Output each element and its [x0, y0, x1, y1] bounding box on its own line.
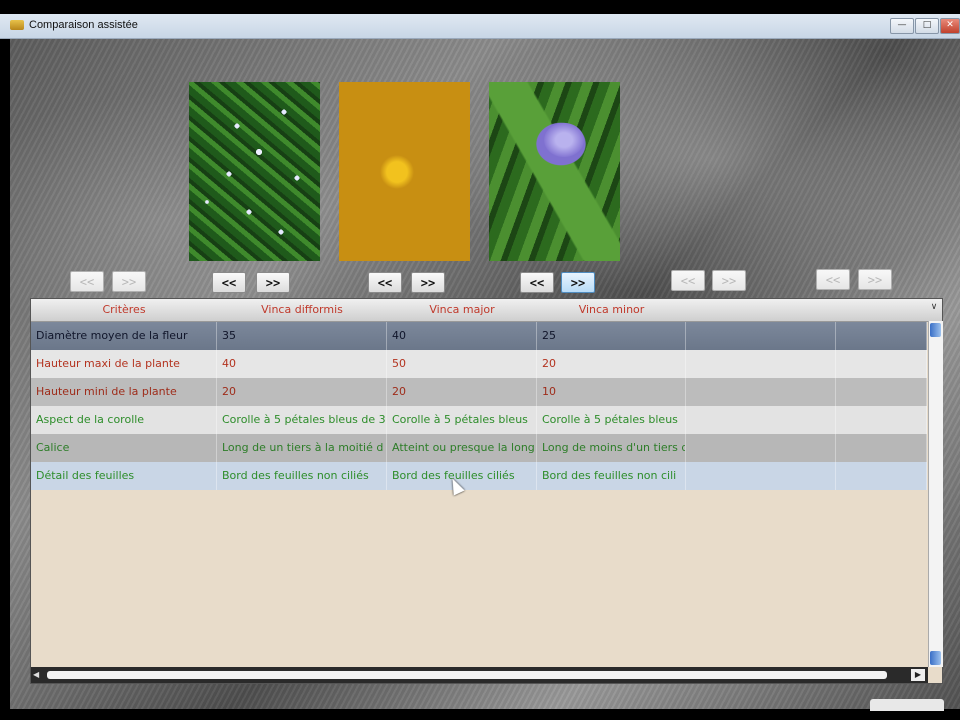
app-icon: [10, 20, 24, 30]
scroll-down-icon[interactable]: [930, 651, 941, 665]
value-cell: [686, 406, 836, 434]
value-cell: [836, 378, 927, 406]
value-cell: Bord des feuilles non cili: [537, 462, 686, 490]
value-cell: 20: [217, 378, 387, 406]
photo-vinca-difformis: [189, 82, 320, 261]
header-col5[interactable]: [836, 299, 928, 321]
value-cell: [686, 322, 836, 350]
col1-prev-button[interactable]: <<: [212, 272, 246, 293]
window-title: Comparaison assistée: [29, 19, 138, 31]
value-cell: Corolle à 5 pétales bleus: [387, 406, 537, 434]
maximize-icon[interactable]: □: [915, 18, 939, 34]
value-cell: 40: [387, 322, 537, 350]
value-cell: 25: [537, 322, 686, 350]
scroll-left-icon[interactable]: ◀: [33, 670, 43, 680]
table-row[interactable]: Diamètre moyen de la fleur 35 40 25: [31, 322, 927, 350]
col3-next-button[interactable]: >>: [561, 272, 595, 293]
table-row[interactable]: Aspect de la corolle Corolle à 5 pétales…: [31, 406, 927, 434]
chevron-down-icon[interactable]: ∨: [928, 302, 940, 318]
col3-prev-button[interactable]: <<: [520, 272, 554, 293]
vertical-scrollbar[interactable]: [928, 321, 943, 667]
value-cell: Long de un tiers à la moitié d: [217, 434, 387, 462]
value-cell: Corolle à 5 pétales bleus de 3: [217, 406, 387, 434]
value-cell: 40: [217, 350, 387, 378]
scroll-right-icon[interactable]: ▶: [911, 669, 925, 681]
col4-prev-button[interactable]: <<: [671, 270, 705, 291]
col2-prev-button[interactable]: <<: [368, 272, 402, 293]
horizontal-scroll-thumb[interactable]: [47, 671, 887, 679]
criteria-cell: Hauteur mini de la plante: [31, 378, 217, 406]
col0-prev-button[interactable]: <<: [70, 271, 104, 292]
value-cell: Atteint ou presque la long: [387, 434, 537, 462]
value-cell: [686, 462, 836, 490]
photo-vinca-major: [339, 82, 470, 261]
table-row[interactable]: Hauteur mini de la plante 20 20 10: [31, 378, 927, 406]
criteria-cell: Aspect de la corolle: [31, 406, 217, 434]
value-cell: [836, 406, 927, 434]
criteria-cell: Calice: [31, 434, 217, 462]
col4-next-button[interactable]: >>: [712, 270, 746, 291]
table-row[interactable]: Détail des feuilles Bord des feuilles no…: [31, 462, 927, 490]
col5-prev-button[interactable]: <<: [816, 269, 850, 290]
header-col1[interactable]: Vinca difformis: [217, 299, 387, 321]
criteria-cell: Détail des feuilles: [31, 462, 217, 490]
value-cell: [836, 462, 927, 490]
scroll-up-icon[interactable]: [930, 323, 941, 337]
value-cell: Corolle à 5 pétales bleus: [537, 406, 686, 434]
value-cell: [686, 350, 836, 378]
header-col2[interactable]: Vinca major: [387, 299, 537, 321]
close-icon[interactable]: ✕: [940, 18, 960, 34]
header-col3[interactable]: Vinca minor: [537, 299, 686, 321]
criteria-cell: Diamètre moyen de la fleur: [31, 322, 217, 350]
value-cell: [686, 378, 836, 406]
value-cell: 10: [537, 378, 686, 406]
col0-next-button[interactable]: >>: [112, 271, 146, 292]
criteria-cell: Hauteur maxi de la plante: [31, 350, 217, 378]
col2-next-button[interactable]: >>: [411, 272, 445, 293]
value-cell: Long de moins d'un tiers d: [537, 434, 686, 462]
title-bar: Comparaison assistée — □ ✕: [0, 14, 960, 39]
value-cell: [836, 350, 927, 378]
minimize-icon[interactable]: —: [890, 18, 914, 34]
table-row[interactable]: Calice Long de un tiers à la moitié d At…: [31, 434, 927, 462]
bottom-border: [0, 709, 960, 720]
bottom-right-button[interactable]: [870, 699, 944, 711]
table-row[interactable]: Hauteur maxi de la plante 40 50 20: [31, 350, 927, 378]
value-cell: [836, 434, 927, 462]
value-cell: [836, 322, 927, 350]
value-cell: 35: [217, 322, 387, 350]
value-cell: 50: [387, 350, 537, 378]
value-cell: 20: [537, 350, 686, 378]
photo-vinca-minor: [489, 82, 620, 261]
header-criteria[interactable]: Critères: [31, 299, 217, 321]
col5-next-button[interactable]: >>: [858, 269, 892, 290]
grid-header: Critères Vinca difformis Vinca major Vin…: [31, 299, 942, 322]
horizontal-scrollbar[interactable]: ◀ ▶: [31, 667, 928, 683]
value-cell: Bord des feuilles non ciliés: [217, 462, 387, 490]
col1-next-button[interactable]: >>: [256, 272, 290, 293]
comparison-grid[interactable]: Critères Vinca difformis Vinca major Vin…: [30, 298, 943, 684]
value-cell: 20: [387, 378, 537, 406]
value-cell: [686, 434, 836, 462]
header-col4[interactable]: [686, 299, 836, 321]
